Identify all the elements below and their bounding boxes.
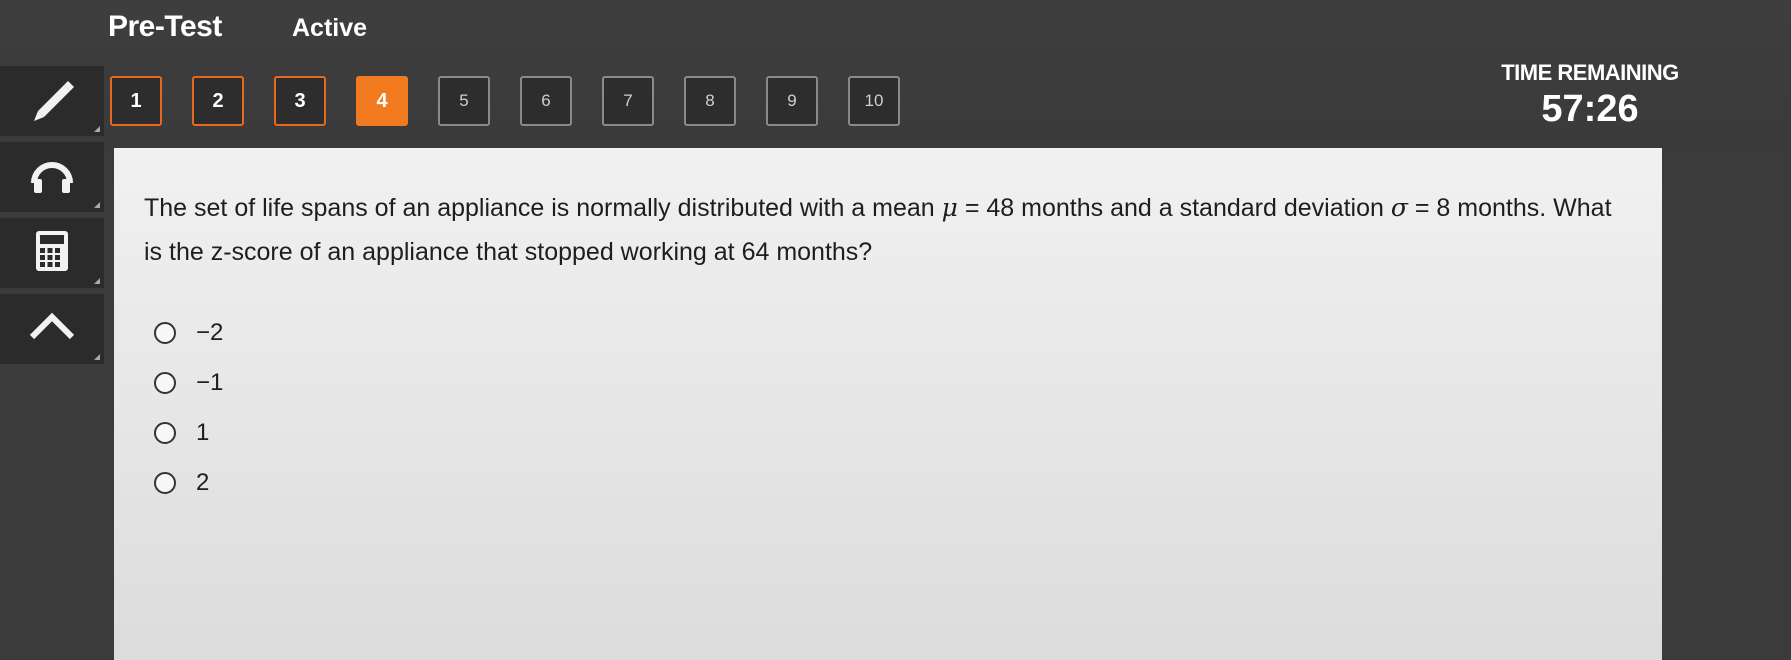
choice-label: 2 <box>196 469 210 496</box>
arrow-up-tool-button[interactable] <box>0 294 104 364</box>
arrow-up-icon <box>24 299 80 360</box>
question-button-4[interactable]: 4 <box>356 76 408 126</box>
question-button-6[interactable]: 6 <box>520 76 572 126</box>
expand-corner-icon <box>94 202 100 208</box>
page-title: Pre-Test <box>108 10 222 43</box>
question-text-part1: The set of life spans of an appliance is… <box>144 194 935 222</box>
pencil-icon <box>24 71 80 132</box>
question-panel: The set of life spans of an appliance is… <box>114 148 1662 660</box>
headphones-tool-button[interactable] <box>0 142 104 212</box>
question-button-8[interactable]: 8 <box>684 76 736 126</box>
choice-label: −2 <box>196 319 224 346</box>
choice-label: 1 <box>196 419 210 446</box>
sigma-symbol: σ <box>1390 193 1408 222</box>
question-text: The set of life spans of an appliance is… <box>144 186 1634 274</box>
radio-button[interactable] <box>154 472 176 494</box>
expand-corner-icon <box>94 354 100 360</box>
calculator-tool-button[interactable] <box>0 218 104 288</box>
radio-button[interactable] <box>154 322 176 344</box>
headphones-icon <box>24 147 80 208</box>
expand-corner-icon <box>94 126 100 132</box>
timer-label: TIME REMAINING <box>1501 60 1679 85</box>
question-button-10[interactable]: 10 <box>848 76 900 126</box>
answer-choice-4[interactable]: 2 <box>154 458 223 508</box>
question-button-7[interactable]: 7 <box>602 76 654 126</box>
question-button-9[interactable]: 9 <box>766 76 818 126</box>
question-button-1[interactable]: 1 <box>110 76 162 126</box>
top-bar: Pre-Test Active 1 2 3 4 5 6 7 8 9 10 TIM… <box>0 0 1791 150</box>
pencil-tool-button[interactable] <box>0 66 104 136</box>
answer-choice-1[interactable]: −2 <box>154 308 223 358</box>
question-button-2[interactable]: 2 <box>192 76 244 126</box>
calculator-icon <box>24 223 80 284</box>
expand-corner-icon <box>94 278 100 284</box>
choice-label: −1 <box>196 369 224 396</box>
radio-button[interactable] <box>154 372 176 394</box>
question-button-5[interactable]: 5 <box>438 76 490 126</box>
timer-value: 57:26 <box>1541 88 1639 130</box>
status-label: Active <box>292 14 368 42</box>
radio-button[interactable] <box>154 422 176 444</box>
answer-choice-2[interactable]: −1 <box>154 358 223 408</box>
question-text-part2: = 48 months and a standard deviation <box>964 194 1384 222</box>
answer-choices: −2 −1 1 2 <box>154 308 223 508</box>
mu-symbol: μ <box>941 193 958 222</box>
answer-choice-3[interactable]: 1 <box>154 408 223 458</box>
question-button-3[interactable]: 3 <box>274 76 326 126</box>
